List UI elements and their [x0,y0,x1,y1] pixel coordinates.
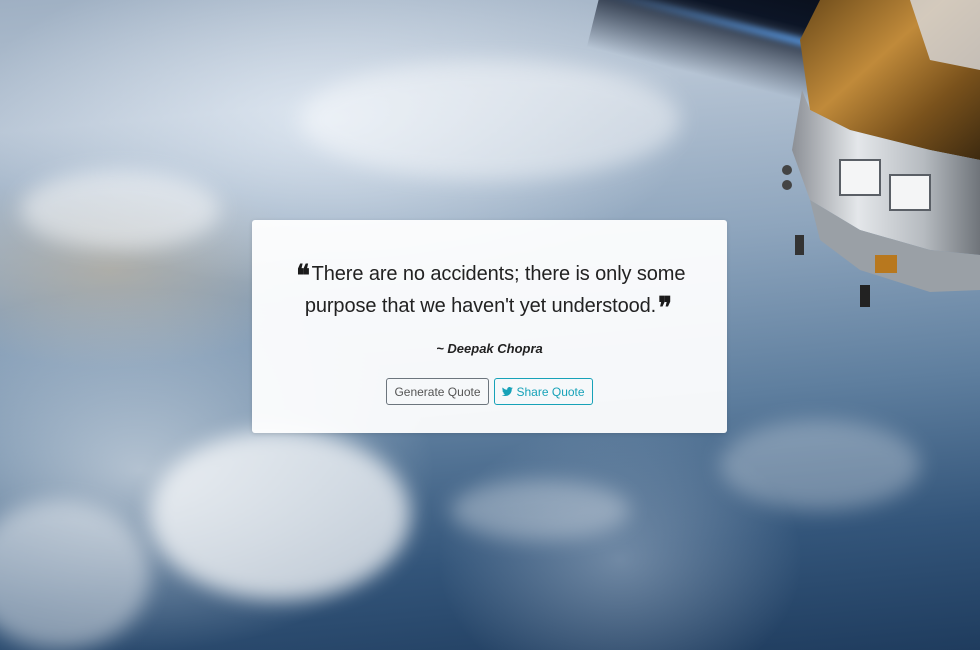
close-quote-icon: ❞ [658,291,672,326]
cloud-formation [0,500,150,650]
generate-quote-button[interactable]: Generate Quote [386,378,489,405]
cloud-formation [720,420,920,510]
twitter-icon [501,387,513,396]
satellite-image [782,0,980,307]
button-row: Generate Quote Share Quote [252,378,727,405]
open-quote-icon: ❝ [295,259,310,294]
quote-author: ~ Deepak Chopra [436,341,543,356]
cloud-formation [300,60,680,180]
share-quote-label: Share Quote [516,384,585,399]
cloud-formation [450,480,630,540]
quote-card: ❝ There are no accidents; there is only s… [252,220,727,433]
quote-text: ❝ There are no accidents; there is only s… [290,258,690,326]
quote-body: There are no accidents; there is only so… [304,263,686,317]
cloud-formation [150,430,410,600]
earth-background: ❝ There are no accidents; there is only s… [0,0,980,650]
generate-quote-label: Generate Quote [394,384,481,399]
share-quote-button[interactable]: Share Quote [493,378,593,405]
cloud-formation [20,170,220,250]
